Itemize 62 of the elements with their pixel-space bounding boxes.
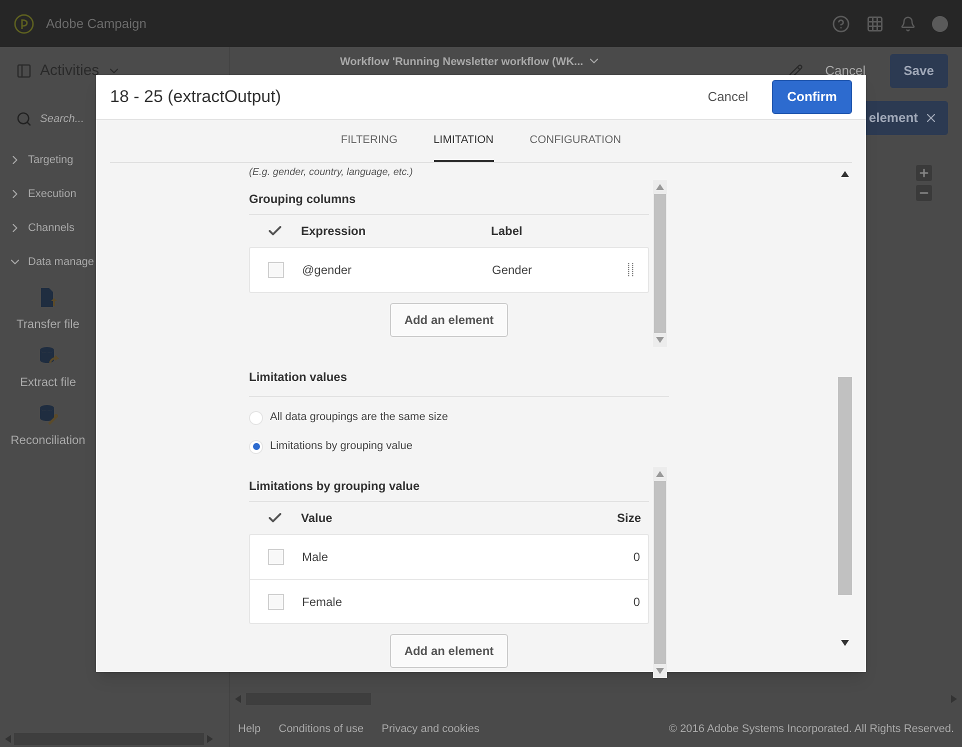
row-checkbox[interactable]: [268, 549, 284, 565]
search-field[interactable]: Search...: [40, 110, 200, 128]
table-cell-text: Female: [302, 594, 344, 610]
cancel-button[interactable]: Cancel: [708, 87, 748, 107]
category-item[interactable]: Execution: [28, 186, 76, 202]
column-header: Expression: [301, 223, 367, 240]
search-icon: [16, 111, 32, 127]
copyright: © 2016 Adobe Systems Incorporated. All Rights Reserved.: [668, 722, 954, 737]
tab[interactable]: LIMITATION: [434, 120, 494, 162]
section-title: Limitations by grouping value: [249, 467, 649, 502]
section-title: Limitation values: [249, 370, 348, 384]
confirm-button[interactable]: Confirm: [772, 80, 852, 114]
zoom-out-button[interactable]: [916, 185, 932, 201]
radio-button[interactable]: [249, 440, 263, 454]
table-cell-text: Gender: [492, 262, 532, 279]
activity-item[interactable]: Reconciliation: [10, 431, 86, 449]
radio-label[interactable]: Limitations by grouping value: [270, 438, 412, 455]
add-element-button[interactable]: Add an element: [390, 634, 508, 668]
category-item[interactable]: Channels: [28, 220, 74, 236]
help-icon[interactable]: [832, 14, 850, 32]
dialog-title: 18 - 25 (extractOutput): [110, 86, 282, 108]
column-header: Size: [616, 510, 642, 527]
database-key-icon: [37, 403, 59, 425]
footer-link[interactable]: Conditions of use: [278, 720, 364, 738]
table-cell-text: Male: [302, 549, 330, 566]
table-cell-text: 0: [633, 549, 641, 566]
table-cell-text: 0: [633, 594, 641, 610]
footer-link[interactable]: Help: [238, 720, 261, 738]
save-button[interactable]: Save: [890, 54, 948, 88]
activity-item[interactable]: Extract file: [20, 373, 76, 391]
close-icon[interactable]: [924, 111, 938, 125]
radio-button[interactable]: [249, 410, 263, 424]
scroll-right-icon[interactable]: [207, 735, 213, 743]
cancel-button[interactable]: Cancel: [825, 61, 866, 81]
notifications-icon[interactable]: [900, 16, 916, 32]
row-checkbox[interactable]: [268, 594, 284, 610]
scroll-up-icon[interactable]: [841, 171, 849, 177]
hint-text: (E.g. gender, country, language, etc.): [249, 166, 414, 180]
avatar[interactable]: [932, 16, 948, 32]
activity-item[interactable]: Transfer file: [16, 315, 80, 333]
add-element-button[interactable]: Add an element: [390, 303, 508, 337]
scroll-left-icon[interactable]: [5, 735, 11, 743]
logo-icon[interactable]: [14, 14, 34, 34]
drag-handle-icon[interactable]: [628, 263, 634, 277]
column-header: Label: [491, 223, 522, 240]
panel-icon[interactable]: [16, 63, 32, 79]
category-item[interactable]: Targeting: [28, 152, 74, 168]
radio-label[interactable]: All data groupings are the same size: [270, 409, 448, 426]
section-title: Grouping columns: [249, 180, 649, 215]
zoom-in-button[interactable]: [916, 165, 932, 181]
plus-icon: [918, 167, 930, 179]
column-header: Value: [301, 510, 334, 527]
tab[interactable]: FILTERING: [340, 120, 398, 162]
row-checkbox[interactable]: [268, 262, 284, 278]
app-name: Adobe Campaign: [46, 14, 146, 33]
scroll-down-icon[interactable]: [841, 640, 849, 646]
table-cell-text: @gender: [302, 262, 353, 279]
workflow-title[interactable]: Workflow 'Running Newsletter workflow (WK...: [340, 54, 584, 70]
apps-grid-icon[interactable]: [866, 14, 884, 32]
category-item[interactable]: Data manage: [28, 254, 94, 270]
footer-link[interactable]: Privacy and cookies: [382, 720, 480, 738]
tab[interactable]: CONFIGURATION: [530, 120, 622, 162]
